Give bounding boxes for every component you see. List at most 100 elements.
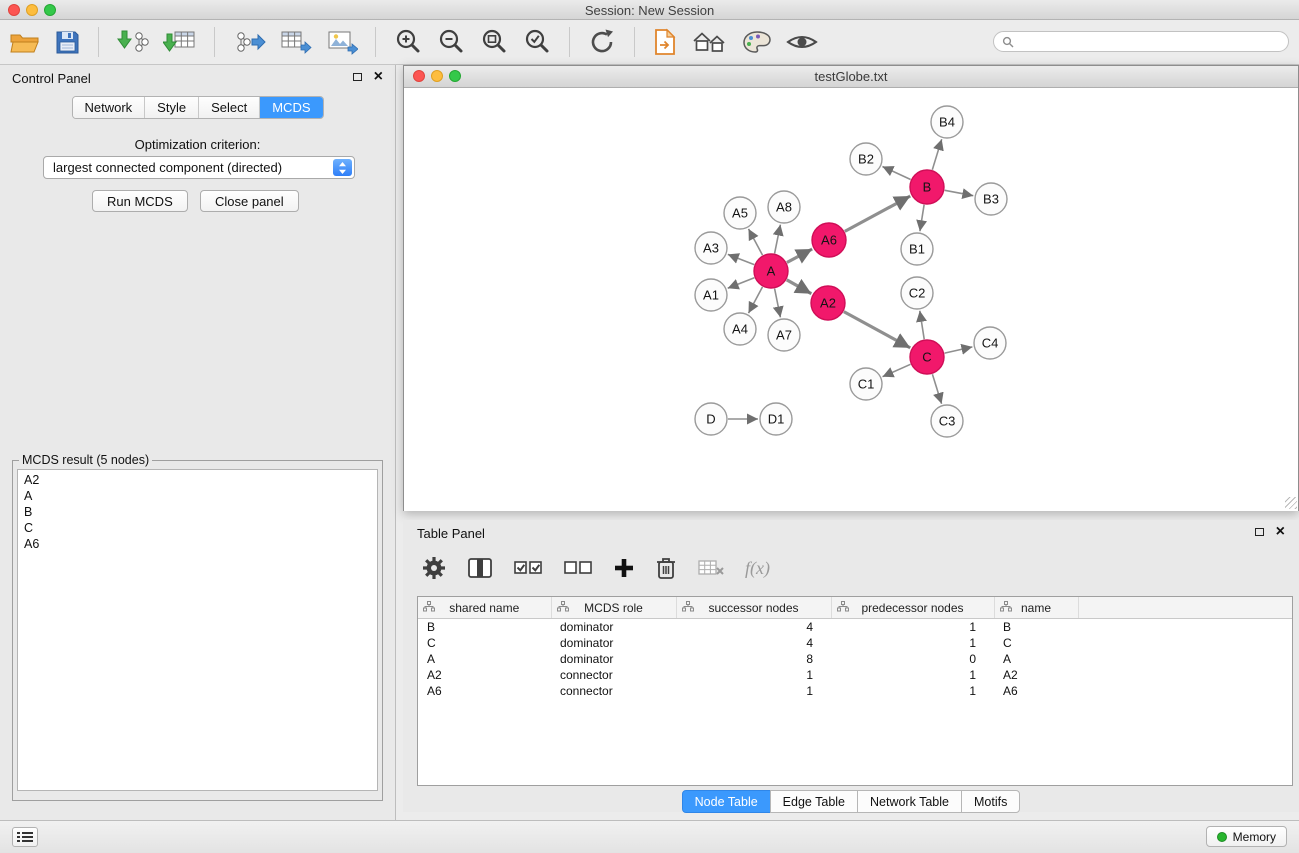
table-row-C[interactable]: Cdominator41C	[418, 635, 1292, 651]
save-session-button[interactable]	[54, 29, 81, 56]
open-session-button[interactable]	[8, 29, 41, 56]
graph-edge-A-A5[interactable]	[749, 229, 763, 255]
cell-mcds_role[interactable]: dominator	[551, 651, 676, 667]
cell-successor_nodes[interactable]: 4	[676, 635, 831, 651]
graph-edge-A-A7[interactable]	[775, 289, 781, 318]
cell-name[interactable]: C	[994, 635, 1078, 651]
graph-node-A6[interactable]: A6	[812, 223, 846, 257]
graph-node-B4[interactable]: B4	[931, 106, 963, 138]
cell-successor_nodes[interactable]: 4	[676, 619, 831, 636]
table-settings-button[interactable]	[421, 555, 447, 581]
mcds-result-item[interactable]: B	[18, 504, 377, 520]
graph-edge-A-A2[interactable]	[787, 280, 812, 294]
cell-predecessor_nodes[interactable]: 1	[831, 619, 994, 636]
cell-name[interactable]: B	[994, 619, 1078, 636]
graph-edge-C-C4[interactable]	[945, 347, 973, 353]
cell-shared_name[interactable]: B	[418, 619, 551, 636]
close-table-panel-icon[interactable]: ×	[1276, 527, 1285, 537]
graph-edge-A-A1[interactable]	[728, 278, 755, 289]
column-header-mcds-role[interactable]: MCDS role	[551, 597, 676, 619]
style-button[interactable]	[742, 29, 772, 55]
search-box[interactable]	[993, 31, 1289, 52]
cell-name[interactable]: A6	[994, 683, 1078, 699]
graph-node-A5[interactable]: A5	[724, 197, 756, 229]
graph-node-A7[interactable]: A7	[768, 319, 800, 351]
graph-node-A4[interactable]: A4	[724, 313, 756, 345]
cell-mcds_role[interactable]: dominator	[551, 619, 676, 636]
export-table-button[interactable]	[279, 28, 313, 56]
run-mcds-button[interactable]: Run MCDS	[92, 190, 188, 212]
graph-node-C4[interactable]: C4	[974, 327, 1006, 359]
close-panel-button[interactable]: Close panel	[200, 190, 299, 212]
zoom-in-button[interactable]	[393, 27, 423, 57]
criterion-dropdown[interactable]: largest connected component (directed)	[43, 156, 355, 179]
graph-node-A3[interactable]: A3	[695, 232, 727, 264]
close-panel-icon[interactable]: ×	[374, 72, 383, 82]
cell-predecessor_nodes[interactable]: 1	[831, 683, 994, 699]
destroy-table-button[interactable]	[697, 557, 725, 579]
cell-predecessor_nodes[interactable]: 0	[831, 651, 994, 667]
graph-node-A[interactable]: A	[754, 254, 788, 288]
tab-select[interactable]: Select	[198, 97, 259, 118]
table-row-A6[interactable]: A6connector11A6	[418, 683, 1292, 699]
network-window-titlebar[interactable]: testGlobe.txt	[404, 66, 1298, 88]
graph-edge-A2-C[interactable]	[844, 312, 911, 348]
graph-edge-B-B3[interactable]	[945, 190, 974, 195]
cell-successor_nodes[interactable]: 1	[676, 667, 831, 683]
cell-name[interactable]: A	[994, 651, 1078, 667]
cell-mcds_role[interactable]: connector	[551, 667, 676, 683]
graph-node-B1[interactable]: B1	[901, 233, 933, 265]
select-all-button[interactable]	[513, 557, 543, 579]
cell-predecessor_nodes[interactable]: 1	[831, 635, 994, 651]
graph-edge-A6-B[interactable]	[845, 196, 911, 231]
tab-network-table[interactable]: Network Table	[857, 790, 962, 813]
cell-name[interactable]: A2	[994, 667, 1078, 683]
export-image-button[interactable]	[326, 28, 358, 56]
graph-node-B2[interactable]: B2	[850, 143, 882, 175]
tab-mcds[interactable]: MCDS	[259, 97, 322, 118]
tab-network[interactable]: Network	[72, 97, 144, 118]
graph-edge-B-B4[interactable]	[932, 139, 941, 170]
export-network-button[interactable]	[232, 28, 266, 56]
zoom-selected-button[interactable]	[522, 27, 552, 57]
graph-node-C[interactable]: C	[910, 340, 944, 374]
column-header-name[interactable]: name	[994, 597, 1078, 619]
zoom-out-button[interactable]	[436, 27, 466, 57]
snapshot-button[interactable]	[652, 27, 678, 57]
column-header-successor-nodes[interactable]: successor nodes	[676, 597, 831, 619]
cell-mcds_role[interactable]: connector	[551, 683, 676, 699]
graph-node-B3[interactable]: B3	[975, 183, 1007, 215]
task-history-button[interactable]	[12, 827, 38, 847]
graph-edge-C-C1[interactable]	[883, 364, 911, 376]
search-input[interactable]	[1019, 34, 1273, 50]
mcds-result-item[interactable]: A6	[18, 536, 377, 552]
column-header-predecessor-nodes[interactable]: predecessor nodes	[831, 597, 994, 619]
add-row-button[interactable]	[613, 557, 635, 579]
cell-shared_name[interactable]: A2	[418, 667, 551, 683]
graph-node-C1[interactable]: C1	[850, 368, 882, 400]
graph-edge-A-A4[interactable]	[749, 287, 763, 313]
delete-row-button[interactable]	[655, 555, 677, 581]
graph-edge-A-A6[interactable]	[787, 249, 812, 263]
cell-predecessor_nodes[interactable]: 1	[831, 667, 994, 683]
table-row-B[interactable]: Bdominator41B	[418, 619, 1292, 636]
cell-shared_name[interactable]: A6	[418, 683, 551, 699]
mcds-result-item[interactable]: A2	[18, 472, 377, 488]
network-overview-button[interactable]	[691, 29, 729, 55]
graph-edge-C-C2[interactable]	[920, 311, 924, 339]
mcds-result-item[interactable]: C	[18, 520, 377, 536]
tab-edge-table[interactable]: Edge Table	[770, 790, 858, 813]
graph-edge-B-B2[interactable]	[882, 167, 910, 180]
table-row-A[interactable]: Adominator80A	[418, 651, 1292, 667]
import-table-button[interactable]	[163, 28, 197, 56]
tab-style[interactable]: Style	[144, 97, 198, 118]
refresh-button[interactable]	[587, 27, 617, 57]
graph-edge-C-C3[interactable]	[932, 374, 941, 404]
import-network-button[interactable]	[116, 28, 150, 56]
graph-node-A8[interactable]: A8	[768, 191, 800, 223]
graph-edge-B-B1[interactable]	[920, 205, 924, 231]
graph-edge-A-A8[interactable]	[775, 225, 781, 254]
zoom-fit-button[interactable]	[479, 27, 509, 57]
cell-shared_name[interactable]: A	[418, 651, 551, 667]
mcds-result-item[interactable]: A	[18, 488, 377, 504]
